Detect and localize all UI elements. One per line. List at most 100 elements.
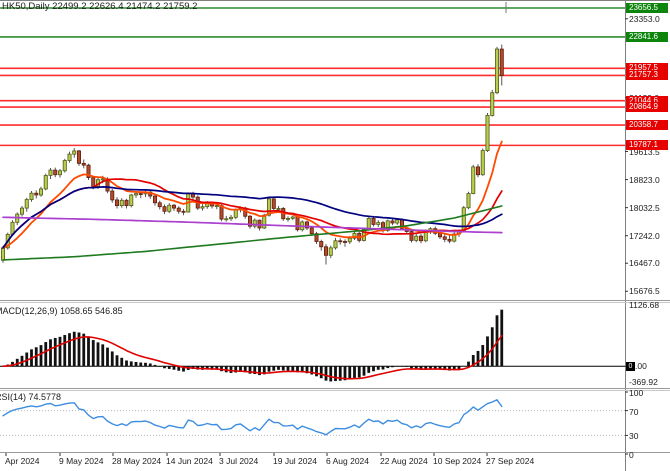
date-axis-label: 3 Jul 2024	[219, 456, 258, 466]
macd-histogram-bar	[410, 366, 413, 368]
candle-up	[68, 154, 71, 160]
macd-histogram-bar	[163, 366, 166, 368]
macd-histogram-bar	[54, 338, 57, 366]
macd-histogram-bar	[111, 351, 114, 366]
chart-title: HK50,Daily 22499.2 22626.4 21474.2 21759…	[2, 2, 197, 12]
price-axis-label: 17242.0	[629, 231, 660, 241]
macd-histogram-bar	[396, 366, 399, 367]
macd-histogram-bar	[59, 337, 62, 366]
date-axis-label: 19 Jul 2024	[273, 456, 317, 466]
macd-zero-badge: 0.00	[626, 361, 647, 371]
date-axis-label: 14 Jun 2024	[166, 456, 213, 466]
candle-up	[168, 205, 171, 211]
candle-up	[229, 217, 232, 218]
date-axis-label: Apr 2024	[5, 456, 40, 466]
macd-histogram-bar	[386, 366, 389, 368]
resistance-price-badge: 23656.5	[626, 3, 668, 13]
macd-indicator-label: MACD(12,26,9) 1058.65 546.85	[0, 306, 123, 316]
date-axis-label: 22 Aug 2024	[380, 456, 428, 466]
rsi-axis-label: 30	[629, 431, 638, 441]
candle-up	[58, 171, 61, 175]
date-axis-label: 27 Sep 2024	[486, 456, 534, 466]
candle-down	[272, 199, 275, 209]
candle-up	[286, 218, 289, 219]
macd-histogram-bar	[320, 366, 323, 378]
candle-down	[125, 200, 128, 205]
macd-histogram-bar	[116, 355, 119, 366]
candle-down	[82, 163, 85, 165]
candle-up	[25, 200, 28, 209]
macd-histogram-bar	[329, 366, 332, 381]
macd-histogram-bar	[382, 366, 385, 369]
macd-histogram-bar	[120, 358, 123, 366]
macd-histogram-bar	[481, 345, 484, 366]
macd-max-label: 1126.68	[629, 300, 659, 310]
macd-histogram-bar	[405, 366, 408, 367]
macd-histogram-bar	[363, 366, 366, 375]
candle-up	[277, 208, 280, 209]
candle-down	[476, 167, 479, 175]
macd-histogram-bar	[130, 361, 133, 366]
candle-down	[77, 151, 80, 163]
macd-histogram-bar	[73, 332, 76, 366]
candle-up	[329, 248, 332, 255]
candle-down	[139, 194, 142, 195]
macd-zero-square: 0	[626, 362, 635, 371]
candle-up	[348, 238, 351, 242]
macd-histogram-bar	[353, 366, 356, 378]
macd-histogram-bar	[44, 342, 47, 366]
date-axis-label: 28 May 2024	[112, 456, 161, 466]
date-axis-label: 9 May 2024	[59, 456, 103, 466]
macd-histogram-bar	[135, 362, 138, 366]
candle-down	[111, 191, 114, 200]
macd-histogram-bar	[168, 366, 171, 369]
candle-up	[20, 208, 23, 214]
date-axis-label: 10 Sep 2024	[433, 456, 481, 466]
candle-down	[448, 239, 451, 241]
macd-histogram-bar	[334, 366, 337, 381]
candle-down	[438, 233, 441, 237]
candle-down	[177, 208, 180, 211]
macd-histogram-bar	[358, 366, 361, 377]
candle-up	[467, 194, 470, 208]
support-price-badge: 19787.1	[626, 140, 668, 150]
price-axis-label: 16467.0	[629, 258, 660, 268]
macd-histogram-bar	[106, 348, 109, 367]
macd-histogram-bar	[125, 360, 128, 366]
candle-up	[39, 189, 42, 195]
candle-up	[49, 170, 52, 175]
candle-down	[35, 193, 38, 195]
date-axis-label: 6 Aug 2024	[326, 456, 369, 466]
support-price-badge: 21757.3	[626, 70, 668, 80]
macd-histogram-bar	[372, 366, 375, 371]
candle-up	[130, 195, 133, 206]
macd-histogram-bar	[277, 366, 280, 370]
macd-histogram-bar	[154, 365, 157, 366]
chart-canvas[interactable]	[0, 0, 670, 471]
macd-histogram-bar	[377, 366, 380, 370]
candle-up	[334, 241, 337, 248]
macd-histogram-bar	[291, 366, 294, 371]
candle-down	[443, 237, 446, 239]
macd-histogram-bar	[87, 336, 90, 366]
macd-histogram-bar	[258, 366, 261, 375]
macd-histogram-bar	[367, 366, 370, 373]
candle-down	[163, 207, 166, 212]
macd-histogram-bar	[101, 344, 104, 366]
trading-chart-window: HK50,Daily 22499.2 22626.4 21474.2 21759…	[0, 0, 670, 471]
macd-histogram-bar	[391, 366, 394, 367]
candle-up	[495, 49, 498, 93]
macd-histogram-bar	[325, 366, 328, 380]
macd-histogram-bar	[401, 366, 404, 367]
candle-down	[115, 200, 118, 206]
macd-histogram-bar	[268, 366, 271, 371]
candle-up	[263, 215, 266, 228]
candle-up	[44, 175, 47, 188]
candle-up	[1, 248, 4, 260]
macd-histogram-bar	[315, 366, 318, 376]
macd-histogram-bar	[139, 363, 142, 367]
rsi-axis-label: 100	[629, 388, 643, 398]
macd-histogram-bar	[68, 333, 71, 366]
candle-up	[225, 219, 228, 220]
macd-histogram-bar	[149, 364, 152, 367]
